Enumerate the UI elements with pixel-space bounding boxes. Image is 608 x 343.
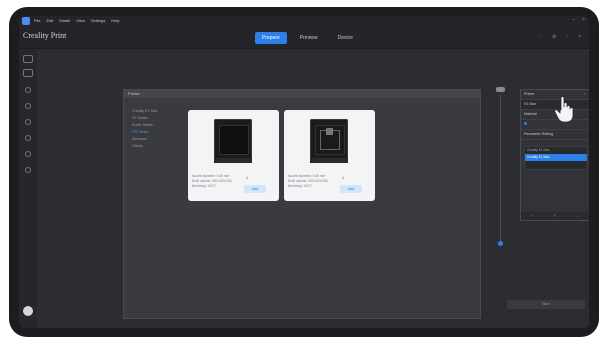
title-bar: Creality Print Prepare Preview Device ◦ … bbox=[19, 25, 589, 49]
edit-profile-icon[interactable]: ✎ bbox=[554, 214, 557, 218]
add-printer-button[interactable]: Add bbox=[340, 185, 362, 193]
user-icon[interactable]: ◦ bbox=[540, 34, 542, 40]
printer-icon bbox=[310, 119, 348, 163]
printer-card[interactable]: Nozzle diameter: 0.40 mm Build volume: 2… bbox=[284, 110, 375, 201]
open-file-icon[interactable] bbox=[23, 55, 33, 63]
app-title: Creality Print bbox=[23, 31, 67, 40]
menu-help[interactable]: Help bbox=[111, 18, 119, 23]
profile-list: Creality K1 Max Creality K1 Max bbox=[524, 146, 588, 170]
window-controls: – × bbox=[572, 17, 585, 23]
brand-item[interactable]: Others bbox=[132, 143, 157, 150]
layer-slider[interactable] bbox=[496, 87, 505, 251]
titlebar-icons: ◦ ⚙ ▫ × bbox=[540, 34, 581, 40]
app-logo-icon bbox=[22, 16, 30, 25]
menu-settings[interactable]: Settings bbox=[91, 18, 105, 23]
printer-brand-list: Creality K1 Max K1 Series Ender Series C… bbox=[132, 108, 157, 150]
minimize-icon[interactable]: – bbox=[572, 17, 575, 23]
scale-tool-icon[interactable] bbox=[25, 103, 31, 109]
menu-bar: File Edit Model View Settings Help – × bbox=[19, 16, 589, 25]
add-icon[interactable] bbox=[23, 306, 33, 316]
tab-prepare[interactable]: Prepare bbox=[255, 32, 287, 44]
device-frame: File Edit Model View Settings Help – × C… bbox=[0, 0, 608, 343]
close-icon[interactable]: × bbox=[584, 90, 586, 99]
delete-profile-icon[interactable]: – bbox=[577, 214, 579, 218]
mirror-tool-icon[interactable] bbox=[25, 135, 31, 141]
printer-qty: 1 bbox=[342, 176, 344, 180]
cut-tool-icon[interactable] bbox=[25, 167, 31, 173]
slice-button[interactable]: Slice bbox=[507, 300, 585, 309]
close-icon[interactable]: × bbox=[578, 34, 581, 40]
slider-top-handle[interactable] bbox=[496, 87, 505, 92]
brand-item[interactable]: Sermoon bbox=[132, 136, 157, 143]
printer-image bbox=[207, 115, 259, 167]
slider-bottom-handle[interactable] bbox=[498, 241, 503, 246]
add-profile-icon[interactable]: + bbox=[531, 214, 533, 218]
radio-icon[interactable] bbox=[524, 122, 527, 125]
panel-footer: + ✎ – bbox=[521, 212, 589, 220]
3d-viewport[interactable]: Printer Creality K1 Max K1 Series Ender … bbox=[37, 49, 589, 328]
menu-view[interactable]: View bbox=[76, 18, 85, 23]
menu-edit[interactable]: Edit bbox=[46, 18, 53, 23]
dialog-title: Printer bbox=[124, 90, 480, 98]
brand-item-active[interactable]: CR Series bbox=[132, 129, 157, 136]
import-icon[interactable] bbox=[23, 69, 33, 77]
settings-icon[interactable]: ⚙ bbox=[552, 34, 556, 40]
move-tool-icon[interactable] bbox=[25, 87, 31, 93]
printer-image bbox=[303, 115, 355, 167]
app-window: File Edit Model View Settings Help – × C… bbox=[19, 16, 589, 328]
menu-file[interactable]: File bbox=[34, 18, 40, 23]
brand-item[interactable]: Ender Series bbox=[132, 122, 157, 129]
tab-preview[interactable]: Preview bbox=[293, 32, 325, 44]
menu-model[interactable]: Model bbox=[59, 18, 70, 23]
printer-icon bbox=[214, 119, 252, 163]
slider-rail bbox=[500, 95, 501, 245]
rotate-tool-icon[interactable] bbox=[25, 119, 31, 125]
printer-specs: Nozzle diameter: 0.40 mm Build volume: 3… bbox=[192, 174, 232, 188]
left-toolbar bbox=[19, 49, 37, 328]
add-printer-dialog: Printer Creality K1 Max K1 Series Ender … bbox=[123, 89, 481, 319]
add-printer-button[interactable]: Add bbox=[244, 185, 266, 193]
profile-item-selected[interactable]: Creality K1 Max bbox=[525, 154, 587, 161]
printer-specs: Nozzle diameter: 0.40 mm Build volume: 2… bbox=[288, 174, 328, 188]
hand-pointer-icon bbox=[554, 96, 574, 122]
mode-tabs: Prepare Preview Device bbox=[255, 32, 360, 44]
brand-item[interactable]: K1 Series bbox=[132, 115, 157, 122]
brand-item[interactable]: Creality K1 Max bbox=[132, 108, 157, 115]
close-icon[interactable]: × bbox=[582, 17, 585, 23]
maximize-icon[interactable]: ▫ bbox=[566, 34, 568, 40]
printer-card[interactable]: Nozzle diameter: 0.40 mm Build volume: 3… bbox=[188, 110, 279, 201]
profile-item[interactable]: Creality K1 Max bbox=[525, 147, 587, 154]
printer-qty: 1 bbox=[246, 176, 248, 180]
support-tool-icon[interactable] bbox=[25, 151, 31, 157]
parameter-section: Parameter Setting bbox=[521, 130, 589, 140]
tab-device[interactable]: Device bbox=[331, 32, 360, 44]
